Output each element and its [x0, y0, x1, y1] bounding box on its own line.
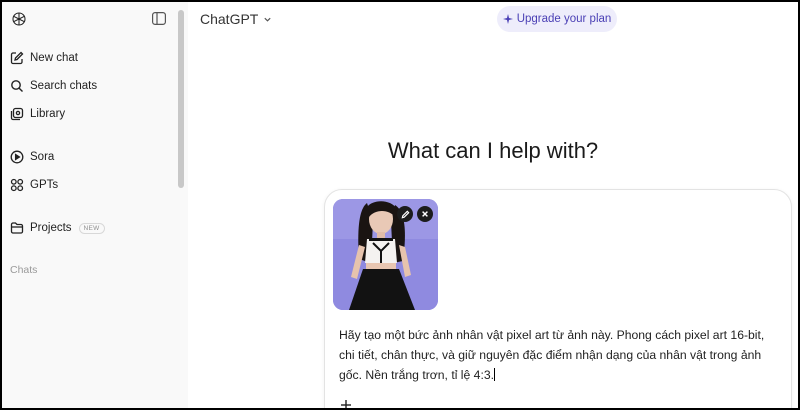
sidebar-item-label: GPTs — [30, 179, 59, 191]
edit-icon — [10, 51, 24, 65]
sidebar-toggle-icon[interactable] — [152, 12, 166, 25]
sidebar-item-label: Search chats — [30, 80, 98, 92]
prompt-input-text: Hãy tạo một bức ảnh nhân vật pixel art t… — [339, 328, 765, 382]
remove-image-button[interactable] — [417, 206, 433, 222]
prompt-composer[interactable]: Hãy tạo một bức ảnh nhân vật pixel art t… — [324, 189, 792, 408]
search-icon — [11, 80, 23, 92]
model-label: ChatGPT — [200, 11, 259, 27]
folder-icon — [10, 222, 24, 234]
sidebar-item-label: New chat — [30, 52, 78, 64]
upgrade-plan-label: Upgrade your plan — [516, 13, 612, 25]
upgrade-plan-button[interactable]: Upgrade your plan — [497, 6, 617, 32]
plus-icon[interactable] — [341, 400, 351, 408]
page-title: What can I help with? — [387, 138, 599, 163]
edit-image-button[interactable] — [397, 206, 413, 222]
attached-image[interactable] — [333, 199, 438, 310]
app-window: New chat Search chats Library Sora GPTs … — [2, 2, 798, 408]
model-selector[interactable]: ChatGPT — [200, 10, 272, 28]
main-area: ChatGPT Upgrade your plan What can I hel… — [188, 2, 798, 408]
chevron-down-icon — [264, 17, 271, 22]
openai-logo-icon[interactable] — [11, 11, 27, 27]
sidebar-item-gpts[interactable]: GPTs — [6, 172, 174, 198]
sidebar-header — [2, 2, 188, 36]
sidebar-item-library[interactable]: Library — [6, 101, 174, 127]
sidebar-item-sora[interactable]: Sora — [6, 144, 174, 170]
sidebar-item-search-chats[interactable]: Search chats — [6, 73, 174, 99]
sparkle-icon — [502, 14, 513, 24]
close-icon — [422, 211, 428, 217]
library-icon — [10, 107, 24, 121]
sidebar-scrollbar[interactable] — [178, 10, 184, 188]
text-cursor — [494, 368, 495, 381]
prompt-input[interactable]: Hãy tạo một bức ảnh nhân vật pixel art t… — [339, 325, 779, 385]
pencil-icon — [401, 210, 409, 218]
new-badge: NEW — [78, 222, 105, 234]
sidebar: New chat Search chats Library Sora GPTs … — [2, 2, 188, 408]
sidebar-item-label: Sora — [30, 151, 55, 163]
sidebar-item-projects[interactable]: Projects NEW — [6, 215, 174, 241]
grid-icon — [10, 178, 24, 192]
sidebar-item-label: Library — [30, 108, 66, 120]
sidebar-item-label: Projects — [30, 222, 72, 234]
play-circle-icon — [10, 150, 24, 164]
sidebar-item-new-chat[interactable]: New chat — [6, 45, 174, 71]
chats-section-label: Chats — [10, 264, 38, 276]
